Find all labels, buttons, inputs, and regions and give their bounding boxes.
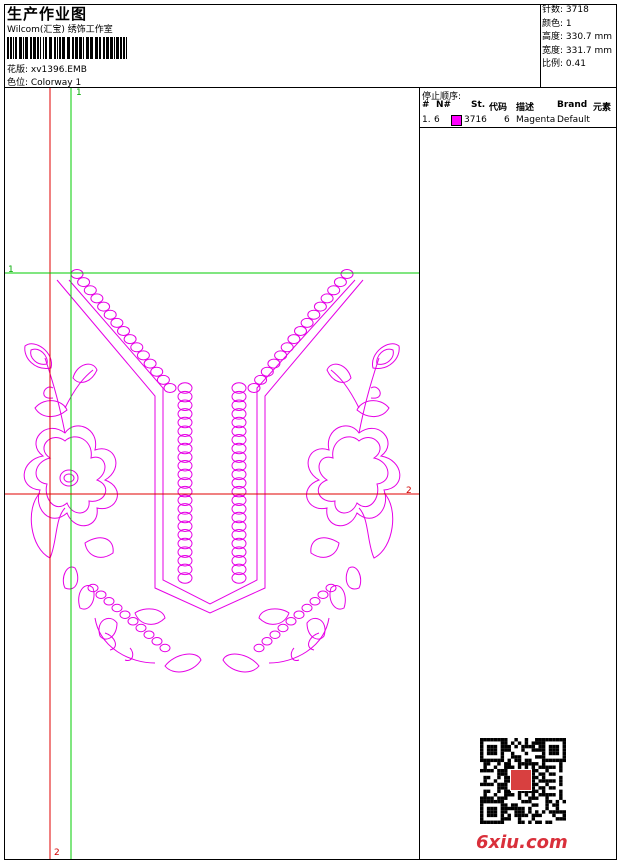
garland-right — [253, 583, 337, 653]
watermark-text: 6xiu.com — [476, 832, 568, 853]
row-stitches: 3716 — [464, 115, 487, 125]
guide-label-left: 1 — [8, 265, 14, 275]
motif-left-3 — [43, 357, 94, 434]
loop-chain-left-column — [177, 382, 193, 584]
stitch-count: 针数: 3718 — [542, 5, 589, 15]
col-needle: N# — [436, 100, 452, 110]
motif-left-6 — [34, 400, 68, 417]
motif-left-9 — [94, 617, 156, 664]
neckline-inner — [68, 279, 356, 605]
color-count: 颜色: 1 — [542, 18, 572, 29]
col-index: # — [422, 100, 430, 110]
design-file-name: 花版: xv1396.EMB — [7, 65, 87, 75]
motif-right-0 — [306, 425, 401, 527]
motif-right-8 — [329, 566, 362, 610]
design-width: 宽度: 331.7 mm — [542, 45, 613, 56]
design-height: 高度: 330.7 mm — [542, 32, 613, 42]
row-brand: Default — [557, 115, 590, 125]
colorway-label: 色位: Colorway 1 — [7, 78, 82, 88]
col-code: 代码 — [489, 103, 508, 113]
motif-left-7 — [30, 492, 114, 559]
barcode-icon — [7, 37, 127, 59]
loop-chain-left-diagonal — [70, 269, 177, 393]
guide-label-top: 1 — [76, 88, 82, 98]
color-swatch — [451, 115, 462, 126]
motif-left-11 — [164, 653, 202, 673]
motif-left-2 — [59, 469, 79, 487]
loop-chain-right-column — [231, 382, 247, 584]
page-title: 生产作业图 — [7, 5, 88, 23]
motif-right-3 — [330, 357, 381, 434]
design-artwork — [23, 269, 401, 673]
row-needle: 6 — [434, 115, 440, 125]
motif-right-6 — [356, 400, 390, 417]
guide-label-bottom: 2 — [54, 848, 60, 858]
motif-right-9 — [268, 617, 330, 664]
neckline-outer — [56, 279, 364, 614]
col-brand: Brand — [557, 100, 588, 110]
company-name: Wilcom(汇宝) 绣饰工作室 — [7, 25, 113, 35]
design-stats: 针数: 3718 颜色: 1 高度: 330.7 mm 宽度: 331.7 mm… — [542, 4, 612, 72]
row-code: 6 — [504, 115, 510, 125]
design-scale: 比例: 0.41 — [542, 59, 586, 69]
motif-right-5 — [326, 363, 352, 383]
motif-left-8 — [62, 566, 95, 610]
stop-table-divider — [419, 127, 617, 128]
embroidery-design — [5, 88, 419, 859]
col-description: 描述 — [516, 103, 535, 113]
garland-left — [87, 583, 171, 653]
row-index: 1. — [422, 115, 431, 125]
guide-label-right: 2 — [406, 486, 412, 496]
row-description: Magenta — [516, 115, 556, 125]
seal-stamp-icon — [510, 769, 532, 791]
loop-chain-right-diagonal — [247, 269, 354, 393]
motif-left-5 — [72, 363, 98, 383]
col-element: 元素 — [593, 103, 612, 113]
motif-right-11 — [222, 653, 260, 673]
motif-right-7 — [310, 492, 394, 559]
col-stitches: St. — [471, 100, 486, 110]
